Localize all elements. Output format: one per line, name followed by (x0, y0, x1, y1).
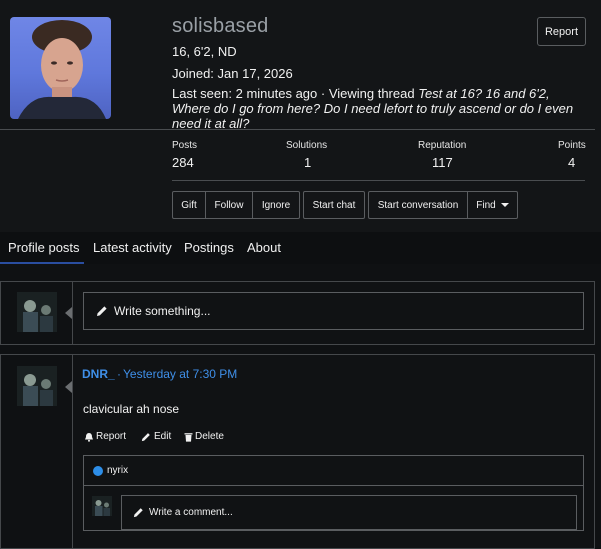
profile-post-composer: Write something... (0, 281, 595, 345)
reaction-summary: nyrix (83, 455, 584, 486)
report-profile-button[interactable]: Report (537, 17, 586, 46)
profile-username: solisbased (172, 15, 269, 37)
post-edit-label: Edit (154, 431, 172, 442)
conversation-button-group: Start conversation Find (368, 191, 518, 219)
like-icon (93, 465, 103, 476)
post-report-label: Report (96, 431, 127, 442)
chat-button-group: Start chat (303, 191, 365, 219)
follow-button-group: Gift Follow Ignore (172, 191, 300, 219)
gift-button[interactable]: Gift (172, 191, 206, 219)
pencil-icon (97, 306, 107, 316)
post-pointer-arrow (65, 381, 72, 393)
profile-header: solisbased 16, 6'2, ND Joined: Jan 17, 2… (0, 0, 601, 232)
tab-about[interactable]: About (247, 240, 281, 255)
profile-last-seen: Last seen: 2 minutes ago · Viewing threa… (172, 86, 582, 131)
tab-postings[interactable]: Postings (184, 240, 234, 255)
post-timestamp-link[interactable]: Yesterday at 7:30 PM (123, 367, 237, 381)
stat-solutions-label: Solutions (286, 140, 328, 151)
bell-icon (85, 432, 93, 442)
stats-divider (172, 180, 585, 181)
reaction-user-link[interactable]: nyrix (107, 465, 128, 476)
reaction-list[interactable]: nyrix (93, 465, 128, 476)
write-comment-input[interactable]: Write a comment... (121, 495, 577, 530)
start-chat-button[interactable]: Start chat (303, 191, 365, 219)
stat-points-label: Points (558, 140, 586, 151)
tab-latest-activity[interactable]: Latest activity (93, 240, 172, 255)
post-author-avatar[interactable] (17, 366, 57, 406)
post-separator: · (117, 367, 121, 381)
start-conversation-button[interactable]: Start conversation (368, 191, 468, 219)
pencil-icon (141, 432, 150, 441)
post-edit-link[interactable]: Edit (141, 431, 171, 442)
write-comment-placeholder: Write a comment... (149, 507, 233, 518)
caret-down-icon (500, 203, 509, 207)
current-user-avatar[interactable] (17, 292, 57, 332)
pencil-icon (133, 508, 143, 518)
trash-icon (184, 432, 193, 442)
stat-posts-label[interactable]: Posts (172, 140, 197, 151)
find-label: Find (476, 199, 496, 211)
post-delete-label: Delete (195, 431, 224, 442)
header-divider (0, 129, 595, 130)
find-dropdown-button[interactable]: Find (468, 191, 518, 219)
profile-avatar[interactable] (10, 17, 111, 119)
profile-post: DNR_ · Yesterday at 7:30 PM clavicular a… (0, 354, 595, 549)
composer-avatar-column (1, 282, 73, 344)
stat-points-value: 4 (568, 155, 576, 170)
post-report-link[interactable]: Report (84, 431, 126, 442)
stat-reputation-label: Reputation (418, 140, 467, 151)
post-message: clavicular ah nose (83, 402, 180, 416)
ignore-button[interactable]: Ignore (253, 191, 300, 219)
profile-tabs: Profile posts Latest activity Postings A… (0, 232, 601, 264)
profile-tagline: 16, 6'2, ND (172, 44, 237, 59)
last-seen-text: Last seen: 2 minutes ago · Viewing threa… (172, 86, 415, 101)
tab-profile-posts[interactable]: Profile posts (8, 240, 80, 255)
comment-composer: Write a comment... (83, 486, 584, 531)
write-something-input[interactable]: Write something... (83, 292, 584, 330)
stat-reputation-value: 117 (432, 155, 453, 170)
stat-solutions-value: 1 (304, 155, 312, 170)
post-avatar-column (1, 355, 73, 548)
follow-button[interactable]: Follow (206, 191, 253, 219)
post-author-link[interactable]: DNR_ (82, 367, 115, 381)
write-something-placeholder: Write something... (114, 304, 211, 318)
stat-posts-value[interactable]: 284 (172, 155, 194, 170)
composer-pointer-arrow (65, 307, 72, 319)
commenter-avatar[interactable] (92, 496, 112, 516)
profile-joined-date: Joined: Jan 17, 2026 (172, 66, 293, 81)
post-delete-link[interactable]: Delete (184, 431, 224, 442)
